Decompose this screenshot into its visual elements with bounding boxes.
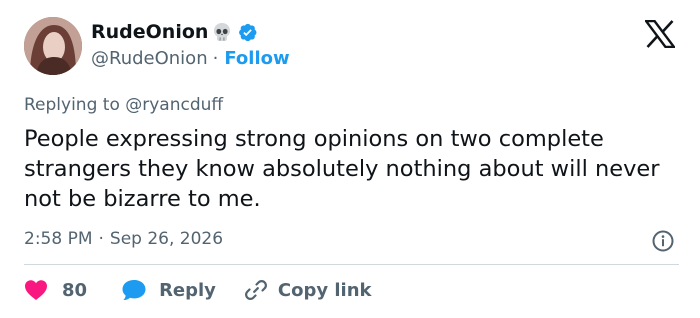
link-icon <box>244 278 268 302</box>
skull-icon <box>211 21 233 43</box>
reply-bubble-icon <box>121 278 147 302</box>
tweet-time[interactable]: 2:58 PM <box>24 229 93 249</box>
info-icon[interactable] <box>651 229 675 253</box>
separator-dot: · <box>212 48 219 69</box>
reply-button[interactable]: Reply <box>121 278 216 302</box>
tweet-card: RudeOnion @RudeOnion · Follow Replying t… <box>0 0 700 318</box>
x-logo-icon[interactable] <box>643 19 677 49</box>
author-avatar[interactable] <box>24 17 82 75</box>
verified-badge-icon[interactable] <box>237 22 258 43</box>
separator-dot: · <box>98 229 104 249</box>
reply-label: Reply <box>159 279 216 301</box>
tweet-text: People expressing strong opinions on two… <box>24 126 660 212</box>
copy-link-label: Copy link <box>277 279 372 301</box>
author-handle[interactable]: @RudeOnion <box>91 48 208 69</box>
replying-to-line: Replying to @ryancduff <box>24 95 223 115</box>
replying-to-handle[interactable]: @ryancduff <box>125 95 223 115</box>
tweet-timestamp[interactable]: 2:58 PM · Sep 26, 2026 <box>24 229 223 249</box>
tweet-date[interactable]: Sep 26, 2026 <box>110 229 223 249</box>
author-name-row: RudeOnion <box>91 21 258 43</box>
follow-button[interactable]: Follow <box>224 48 289 69</box>
like-count: 80 <box>62 279 88 301</box>
author-display-name[interactable]: RudeOnion <box>91 21 208 43</box>
replying-to-prefix: Replying to <box>24 95 120 115</box>
action-bar: 80 Reply Copy link <box>24 276 372 304</box>
heart-icon <box>24 279 48 301</box>
divider <box>24 264 679 265</box>
copy-link-button[interactable]: Copy link <box>244 278 372 302</box>
like-button[interactable]: 80 <box>24 279 87 301</box>
author-handle-row: @RudeOnion · Follow <box>91 48 290 69</box>
